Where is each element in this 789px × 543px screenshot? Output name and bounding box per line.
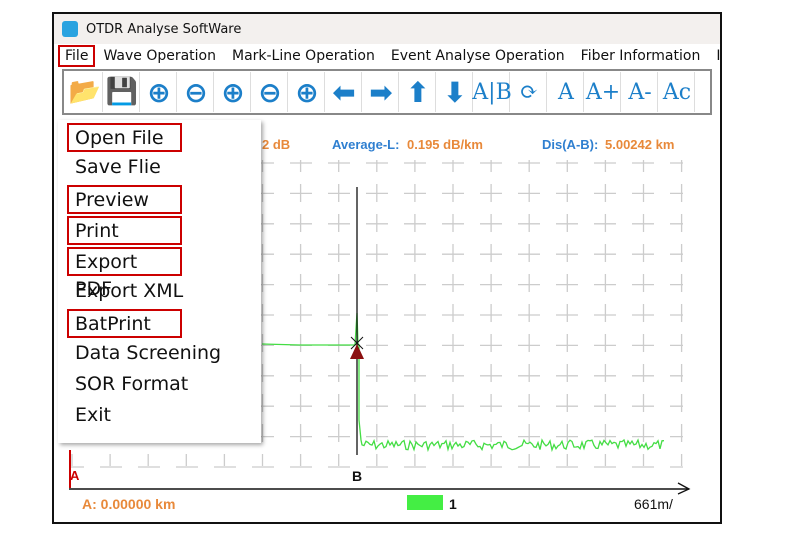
open-folder-icon[interactable]: 📂	[68, 72, 103, 112]
zoom-out-vertical-icon[interactable]: ⊖	[253, 72, 288, 112]
menu-mark-line-operation[interactable]: Mark-Line Operation	[224, 48, 383, 64]
zoom-out-horizontal-icon[interactable]: ⊖	[179, 72, 214, 112]
distance-value: 5.00242 km	[605, 137, 675, 152]
menu-item-preview[interactable]: Preview	[67, 185, 182, 214]
toolbar: 📂 💾 ⊕ ⊖ ⊕ ⊖ ⊕ ⬅ ➡ ⬆ ⬇ A|B ⟳ A A+ A- Ac	[62, 69, 712, 115]
menu-event-analyse-operation[interactable]: Event Analyse Operation	[383, 48, 573, 64]
save-icon[interactable]: 💾	[105, 72, 140, 112]
zoom-in-horizontal-icon[interactable]: ⊕	[142, 72, 177, 112]
file-menu-dropdown: Open File Save Flie Preview Print Export PDF…	[58, 120, 261, 443]
menu-item-data-screening[interactable]: Data Screening	[67, 340, 247, 369]
font-color-icon[interactable]: Ac	[660, 72, 695, 112]
window-title: OTDR Analyse SoftWare	[86, 21, 242, 37]
marker-a-position: A: 0.00000 km	[82, 496, 176, 512]
zoom-in-icon[interactable]: ⊕	[290, 72, 325, 112]
arrow-right-icon[interactable]: ➡	[364, 72, 399, 112]
arrow-up-icon[interactable]: ⬆	[401, 72, 436, 112]
menu-item-export-xml[interactable]: Export XML	[67, 278, 247, 307]
average-loss-value: 0.195 dB/km	[407, 137, 483, 152]
loss-value: 2 dB	[262, 137, 291, 152]
menu-item-print[interactable]: Print	[67, 216, 182, 245]
menu-bar: File Wave Operation Mark-Line Operation …	[54, 44, 720, 68]
menu-item-batprint[interactable]: BatPrint	[67, 309, 182, 338]
distance-label: Dis(A-B):	[542, 137, 599, 152]
menu-file[interactable]: File	[58, 45, 96, 67]
font-increase-icon[interactable]: A+	[586, 72, 621, 112]
menu-item-exit[interactable]: Exit	[67, 402, 247, 431]
font-decrease-icon[interactable]: A-	[623, 72, 658, 112]
trace-color-swatch[interactable]	[407, 495, 443, 510]
marker-b-label: B	[352, 468, 363, 484]
menu-more[interactable]: Int	[708, 48, 720, 64]
menu-item-export-pdf[interactable]: Export PDF	[67, 247, 182, 300]
font-icon[interactable]: A	[549, 72, 584, 112]
average-loss-label: Average-L:	[332, 137, 400, 152]
menu-item-save-flie[interactable]: Save Flie	[67, 154, 247, 183]
marker-a-label: A	[70, 468, 80, 483]
menu-item-open-file[interactable]: Open File	[67, 123, 182, 152]
refresh-icon[interactable]: ⟳	[512, 72, 547, 112]
app-icon	[62, 21, 78, 37]
zoom-in-vertical-icon[interactable]: ⊕	[216, 72, 251, 112]
arrow-left-icon[interactable]: ⬅	[327, 72, 362, 112]
trace-label: 1	[449, 496, 457, 512]
scale-label: 661m/	[634, 496, 673, 512]
menu-fiber-information[interactable]: Fiber Information	[573, 48, 709, 64]
ab-marker-icon[interactable]: A|B	[472, 72, 512, 112]
arrow-down-icon[interactable]: ⬇	[438, 72, 473, 112]
menu-wave-operation[interactable]: Wave Operation	[95, 48, 224, 64]
title-bar: OTDR Analyse SoftWare	[54, 14, 720, 44]
menu-item-sor-format[interactable]: SOR Format	[67, 371, 247, 400]
